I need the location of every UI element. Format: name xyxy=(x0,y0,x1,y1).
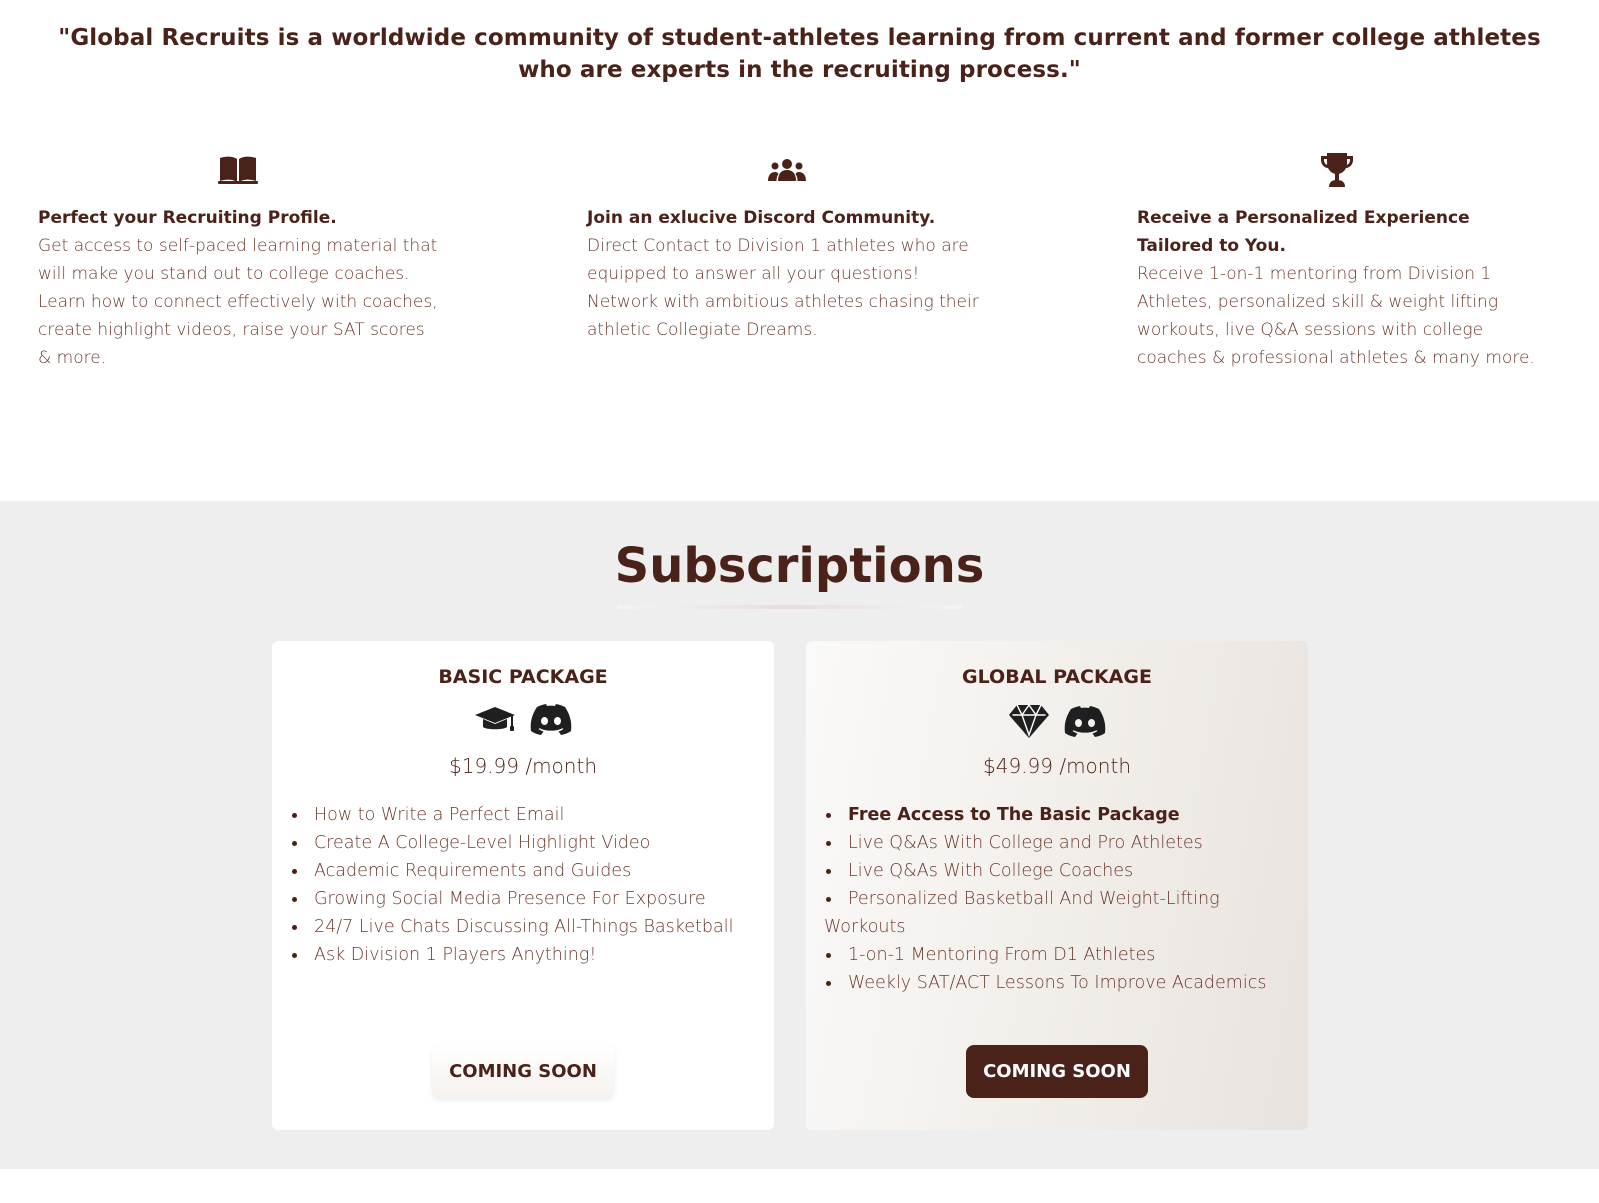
section-title: Subscriptions xyxy=(614,538,985,594)
list-item: Personalized Basketball And Weight-Lifti… xyxy=(824,885,1294,941)
feature-description: Receive 1-on-1 mentoring from Division 1… xyxy=(1137,264,1535,368)
feature-discord-community: Join an exlucive Discord Community. Dire… xyxy=(587,150,987,344)
subscriptions-section xyxy=(0,501,1599,1169)
feature-description: Get access to self-paced learning materi… xyxy=(38,236,438,368)
list-item: Create A College-Level Highlight Video xyxy=(290,829,760,857)
package-price: $49.99 /month xyxy=(983,754,1131,778)
feature-personalized-experience: Receive a Personalized Experience Tailor… xyxy=(1137,150,1537,372)
coming-soon-button[interactable]: COMING SOON xyxy=(966,1045,1148,1098)
trophy-icon xyxy=(1137,150,1537,190)
coming-soon-button[interactable]: COMING SOON xyxy=(432,1045,614,1098)
package-features: How to Write a Perfect Email Create A Co… xyxy=(290,801,760,969)
title-underline xyxy=(617,605,963,609)
basic-package-card: BASIC PACKAGE $19.99 /month How to Write… xyxy=(272,641,774,1130)
feature-title: Join an exlucive Discord Community. xyxy=(587,208,936,228)
mission-quote: "Global Recruits is a worldwide communit… xyxy=(58,25,1541,83)
global-package-card: GLOBAL PACKAGE $49.99 /month Free Access… xyxy=(806,641,1308,1130)
package-features: Free Access to The Basic Package Live Q&… xyxy=(824,801,1294,997)
users-icon xyxy=(587,150,987,190)
list-item: 24/7 Live Chats Discussing All-Things Ba… xyxy=(290,913,760,941)
feature-title: Receive a Personalized Experience Tailor… xyxy=(1137,208,1470,256)
list-item: How to Write a Perfect Email xyxy=(290,801,760,829)
diamond-icon xyxy=(1008,703,1050,743)
list-item: 1-on-1 Mentoring From D1 Athletes xyxy=(824,941,1294,969)
discord-icon xyxy=(530,703,572,739)
list-item: Growing Social Media Presence For Exposu… xyxy=(290,885,760,913)
list-item: Weekly SAT/ACT Lessons To Improve Academ… xyxy=(824,969,1294,997)
list-item: Live Q&As With College Coaches xyxy=(824,857,1294,885)
package-icons xyxy=(806,703,1308,743)
list-item: Live Q&As With College and Pro Athletes xyxy=(824,829,1294,857)
list-item: Academic Requirements and Guides xyxy=(290,857,760,885)
book-icon xyxy=(38,150,438,190)
feature-title: Perfect your Recruiting Profile. xyxy=(38,208,337,228)
list-item: Ask Division 1 Players Anything! xyxy=(290,941,760,969)
package-title: BASIC PACKAGE xyxy=(438,666,608,688)
graduation-cap-icon xyxy=(474,704,516,738)
package-price: $19.99 /month xyxy=(449,754,597,778)
feature-recruiting-profile: Perfect your Recruiting Profile. Get acc… xyxy=(38,150,438,372)
discord-icon xyxy=(1064,705,1106,741)
package-title: GLOBAL PACKAGE xyxy=(962,666,1152,688)
feature-description: Direct Contact to Division 1 athletes wh… xyxy=(587,236,979,340)
list-item: Free Access to The Basic Package xyxy=(824,801,1294,829)
package-icons xyxy=(272,703,774,739)
